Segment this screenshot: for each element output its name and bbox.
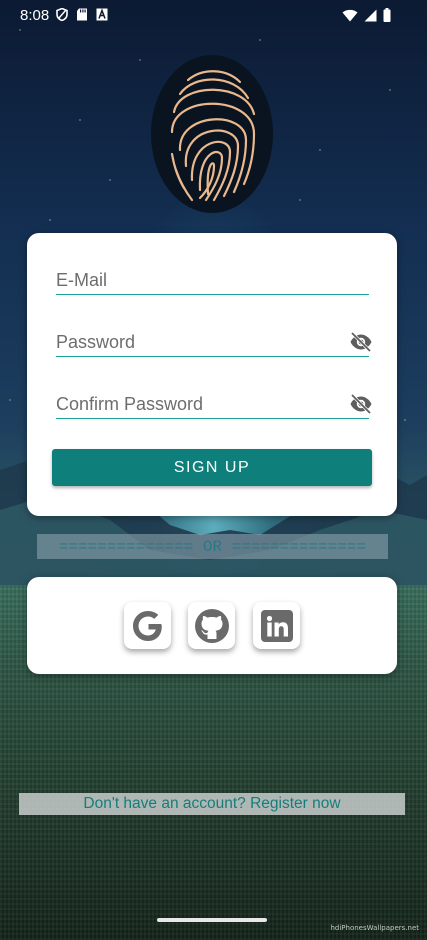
status-time: 8:08	[20, 7, 50, 24]
confirm-password-placeholder: Confirm Password	[56, 394, 204, 414]
google-login-button[interactable]	[124, 602, 171, 649]
google-icon	[132, 610, 162, 641]
password-field[interactable]: Password	[56, 326, 372, 357]
signal-icon	[364, 9, 377, 21]
email-field[interactable]: E-Mail	[56, 264, 369, 295]
github-icon	[194, 608, 229, 643]
or-divider: ============== OR ==============	[37, 534, 388, 559]
vpn-shield-icon	[56, 8, 68, 21]
signup-button[interactable]: SIGN UP	[52, 449, 372, 486]
visibility-off-icon[interactable]	[349, 392, 373, 416]
linkedin-login-button[interactable]	[253, 602, 300, 649]
email-placeholder: E-Mail	[56, 270, 108, 290]
github-login-button[interactable]	[188, 602, 235, 649]
wallpaper-credit: hdiPhonesWallpapers.net	[330, 924, 419, 932]
status-bar: 8:08	[0, 0, 427, 32]
linkedin-icon	[260, 609, 293, 642]
register-link[interactable]: Don't have an account? Register now	[19, 793, 405, 815]
password-placeholder: Password	[56, 332, 136, 352]
visibility-off-icon[interactable]	[349, 330, 373, 354]
fingerprint-logo	[151, 55, 273, 213]
battery-icon	[383, 8, 391, 22]
confirm-password-field[interactable]: Confirm Password	[56, 388, 372, 419]
sd-card-icon	[77, 8, 87, 21]
home-indicator[interactable]	[157, 918, 267, 922]
a-notification-icon	[96, 8, 108, 21]
wifi-icon	[342, 9, 358, 21]
